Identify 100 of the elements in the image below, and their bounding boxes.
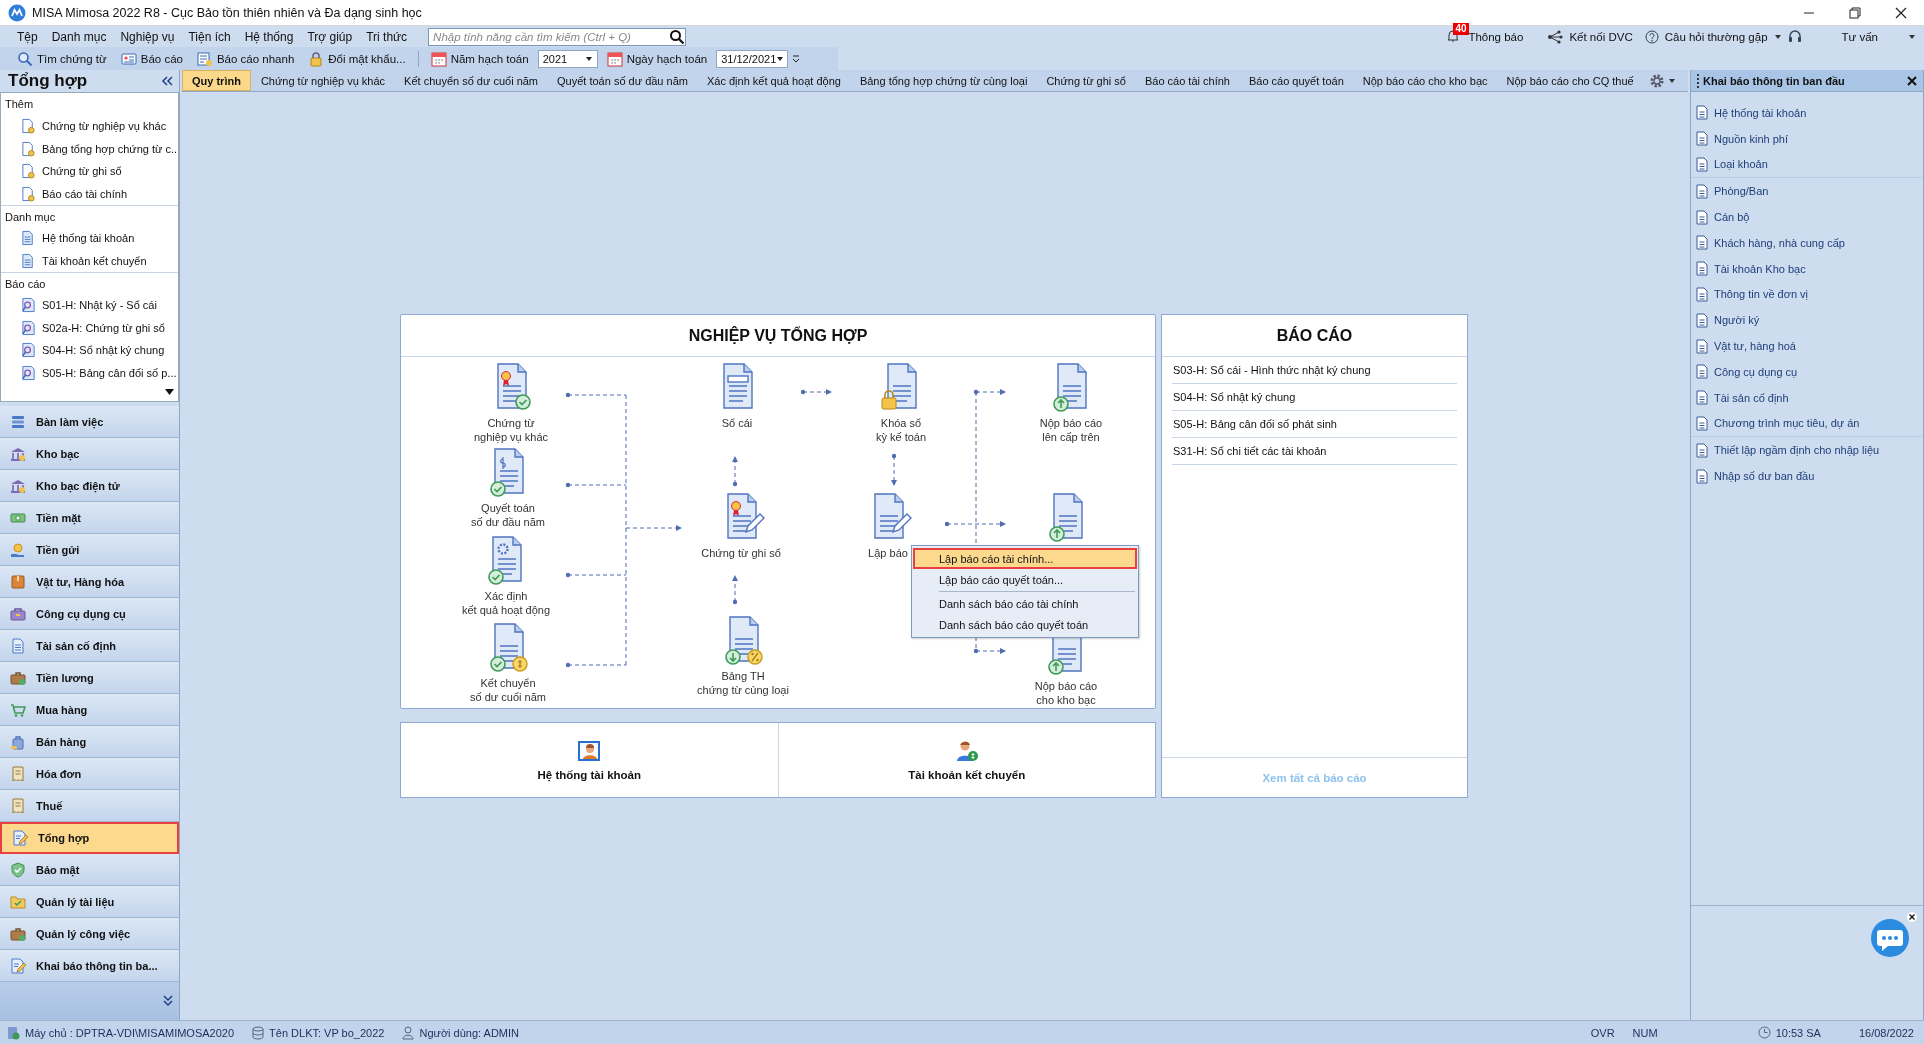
tab[interactable]: Báo cáo tài chính — [1135, 70, 1239, 91]
document-icon — [1696, 364, 1708, 380]
sidebar-link[interactable]: S04-H: Sổ nhật ký chung — [1, 339, 178, 362]
panel-link[interactable]: Nhập số dư ban đầu — [1691, 463, 1923, 489]
menu-item[interactable]: Trợ giúp — [300, 29, 360, 44]
support-link[interactable]: Tư vấn — [1841, 30, 1878, 43]
panel-link[interactable]: Chương trình mục tiêu, dự án — [1691, 410, 1923, 437]
toolbar-button[interactable]: Báo cáo — [115, 48, 188, 69]
panel-link[interactable]: Tài sản cố định — [1691, 384, 1923, 411]
close-icon[interactable] — [1907, 912, 1917, 922]
menu-item[interactable]: Hệ thống — [237, 29, 301, 44]
menu-item[interactable]: Tệp — [10, 29, 45, 44]
menu-item[interactable]: Danh sách báo cáo quyết toán — [913, 614, 1137, 635]
shortcut-link[interactable]: Hệ thống tài khoản — [537, 769, 641, 781]
tab[interactable]: Chứng từ nghiệp vụ khác — [251, 70, 395, 91]
close-icon[interactable] — [1907, 75, 1917, 86]
sidebar-link[interactable]: Chứng từ ghi sổ — [1, 160, 178, 183]
sidebar-link[interactable]: Tài khoản kết chuyển — [1, 249, 178, 272]
tab[interactable]: Nộp báo cáo cho CQ thuế — [1497, 70, 1643, 91]
nav-item[interactable]: Tiền mặt — [0, 502, 179, 534]
nav-item[interactable]: Mua hàng — [0, 694, 179, 726]
close-icon[interactable] — [1895, 6, 1907, 19]
menu-item[interactable]: Lập báo cáo tài chính... — [913, 548, 1137, 569]
nav-item[interactable]: Kho bạc — [0, 438, 179, 470]
shortcut-link[interactable]: Tài khoản kết chuyển — [908, 769, 1026, 781]
tab[interactable]: Bảng tổng hợp chứng từ cùng loại — [850, 70, 1037, 91]
panel-link[interactable]: Cán bộ — [1691, 204, 1923, 230]
nav-item[interactable]: Tài sản cố định — [0, 630, 179, 662]
nav-item[interactable]: Vật tư, Hàng hóa — [0, 566, 179, 598]
nav-item[interactable]: Bán hàng — [0, 726, 179, 758]
panel-link[interactable]: Khách hàng, nhà cung cấp — [1691, 230, 1923, 256]
report-link[interactable]: S03-H: Sổ cái - Hình thức nhật ký chung — [1172, 357, 1457, 384]
tab[interactable]: Kết chuyển số dư cuối năm — [395, 70, 548, 91]
panel-link[interactable]: Loại khoản — [1691, 151, 1923, 178]
panel-link[interactable]: Người ký — [1691, 307, 1923, 334]
menu-item[interactable]: Danh sách báo cáo tài chính — [913, 593, 1137, 614]
faq-link[interactable]: Câu hỏi thường gặp — [1664, 30, 1768, 43]
menu-item[interactable]: Tri thức — [359, 29, 415, 44]
sidebar-link[interactable]: Báo cáo tài chính — [1, 182, 178, 205]
tab[interactable]: Nộp báo cáo cho kho bạc — [1353, 70, 1497, 91]
panel-link[interactable]: Nguồn kinh phí — [1691, 125, 1923, 152]
search-field[interactable]: Nhập tính năng cần tìm kiếm (Ctrl + Q) — [428, 27, 687, 46]
connect-link[interactable]: Kết nối DVC — [1569, 30, 1633, 43]
menu-item[interactable]: Tiện ích — [181, 29, 238, 44]
server-icon — [6, 1025, 20, 1040]
report-link[interactable]: S04-H: Sổ nhật ký chung — [1172, 384, 1457, 411]
menu-item[interactable]: Lập báo cáo quyết toán... — [913, 569, 1137, 590]
nav-item[interactable]: Kho bạc điện tử — [0, 470, 179, 502]
new-document-icon — [21, 118, 36, 135]
chat-icon[interactable] — [1869, 918, 1911, 960]
sidebar-link[interactable]: Chứng từ nghiệp vụ khác — [1, 115, 178, 138]
tab[interactable]: Xác định kết quả hoạt động — [697, 70, 850, 91]
tab[interactable]: Quy trình — [182, 70, 251, 91]
tab[interactable]: Quyết toán số dư đầu năm — [548, 70, 697, 91]
date-field[interactable]: 31/12/2021 — [716, 49, 789, 68]
restore-icon[interactable] — [1849, 6, 1861, 19]
year-select[interactable]: 2021 — [537, 49, 598, 68]
nav-item[interactable]: Quản lý tài liệu — [0, 886, 179, 918]
panel-link[interactable]: Phòng/Ban — [1691, 178, 1923, 205]
collapse-icon[interactable] — [161, 76, 173, 86]
nav-item[interactable]: Bảo mật — [0, 854, 179, 886]
nav-item[interactable]: Thuế — [0, 790, 179, 822]
panel-link[interactable]: Vật tư, hàng hoá — [1691, 333, 1923, 359]
menu-item[interactable]: Danh mục — [44, 29, 114, 44]
sidebar-link[interactable]: Hệ thống tài khoản — [1, 227, 178, 250]
report-link[interactable]: S05-H: Bảng cân đối số phát sinh — [1172, 411, 1457, 438]
sidebar-link[interactable]: S05-H: Bảng cân đối số p... — [1, 361, 178, 384]
sidebar-link[interactable]: Bảng tổng hợp chứng từ c... — [1, 137, 178, 160]
sidebar-link[interactable]: S01-H: Nhật ký - Sổ cái — [1, 294, 178, 317]
nav-item[interactable]: Quản lý công việc — [0, 918, 179, 950]
report-link[interactable]: S31-H: Sổ chi tiết các tài khoản — [1172, 438, 1457, 465]
tab[interactable]: Chứng từ ghi sổ — [1037, 70, 1135, 91]
nav-item[interactable]: Công cụ dụng cụ — [0, 598, 179, 630]
notifications-link[interactable]: Thông báo — [1468, 30, 1524, 43]
status-text: OVR — [1590, 1026, 1615, 1039]
toolbar-button[interactable]: Tìm chứng từ — [12, 48, 112, 69]
briefcase-icon — [10, 669, 26, 686]
panel-link[interactable]: Tài khoản Kho bạc — [1691, 255, 1923, 282]
nav-item[interactable]: Tiền lương — [0, 662, 179, 694]
panel-link[interactable]: Công cụ dụng cụ — [1691, 358, 1923, 385]
account-chart-icon — [577, 739, 602, 763]
tab[interactable]: Báo cáo quyết toán — [1239, 70, 1353, 91]
calendar-icon — [430, 50, 447, 67]
nav-item[interactable]: Bàn làm việc — [0, 406, 179, 438]
menu-item[interactable]: Nghiệp vụ — [113, 29, 182, 44]
panel-link[interactable]: Thiết lập ngầm định cho nhập liệu — [1691, 437, 1923, 464]
document-icon — [1696, 183, 1708, 199]
panel-link[interactable]: Thông tin về đơn vị — [1691, 281, 1923, 308]
toolbar-button[interactable]: Đổi mật khẩu... — [303, 48, 411, 69]
nav-item[interactable]: Khai báo thông tin ba... — [0, 950, 179, 982]
dashed-connector — [732, 456, 738, 487]
nav-item[interactable]: Tổng hợp — [0, 822, 179, 854]
nav-item[interactable]: Hóa đơn — [0, 758, 179, 790]
expand-icon[interactable] — [163, 995, 173, 1007]
caret-icon — [776, 55, 785, 62]
settings-icon[interactable] — [1649, 72, 1665, 89]
toolbar-button[interactable]: Báo cáo nhanh — [191, 48, 300, 69]
sidebar-link[interactable]: S02a-H: Chứng từ ghi sổ — [1, 316, 178, 339]
panel-link[interactable]: Hệ thống tài khoản — [1691, 100, 1923, 126]
nav-item[interactable]: Tiền gửi — [0, 534, 179, 566]
